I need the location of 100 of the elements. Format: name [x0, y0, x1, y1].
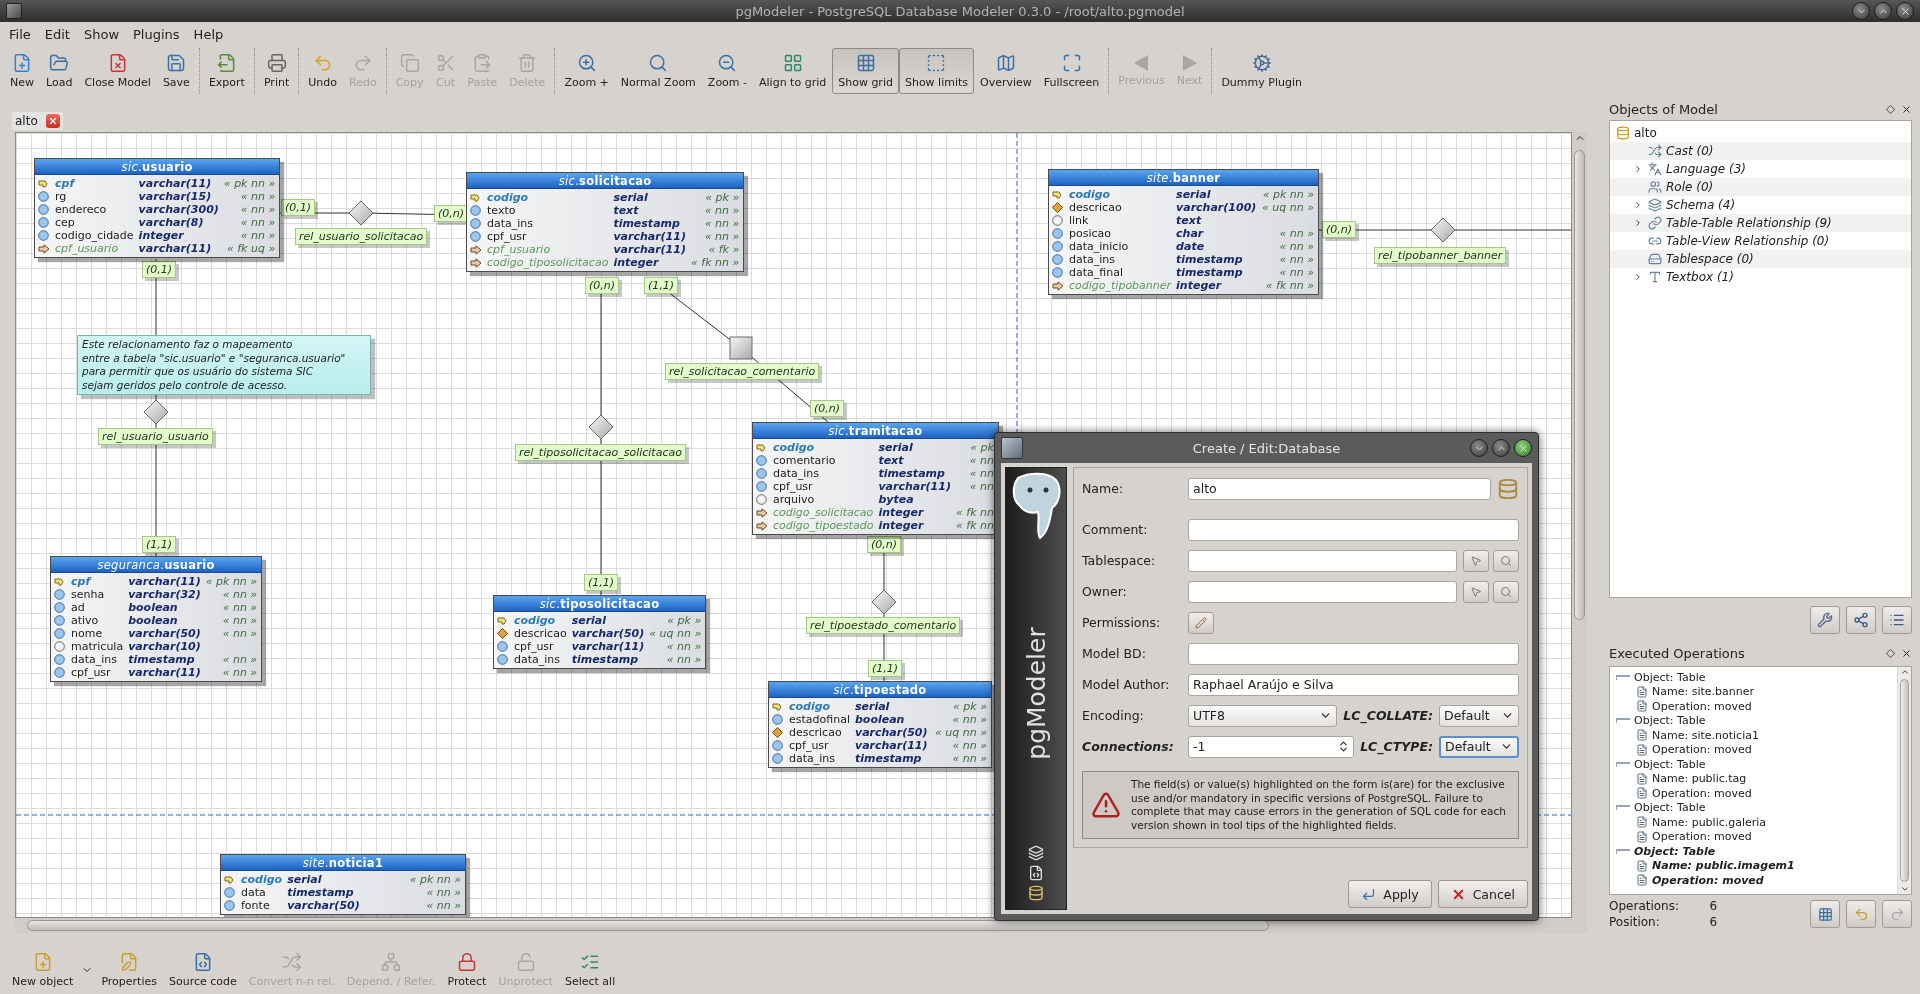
menu-item[interactable]: Help: [186, 24, 231, 44]
input-field[interactable]: [1188, 580, 1457, 603]
caret-icon[interactable]: [1633, 218, 1643, 228]
caret-icon[interactable]: [1633, 272, 1643, 282]
toolbar-button[interactable]: Show limits: [898, 48, 975, 94]
toolbar-button[interactable]: Protect: [441, 947, 493, 993]
toolbar-button[interactable]: Normal Zoom: [614, 48, 702, 94]
scroll-thumb[interactable]: [27, 920, 1270, 931]
toolbar-button[interactable]: Close Model: [78, 48, 157, 94]
toolbar-button[interactable]: Load: [40, 48, 79, 94]
menu-item[interactable]: Plugins: [126, 24, 187, 44]
toolbar-button[interactable]: Source code: [163, 947, 243, 993]
document-tab[interactable]: alto: [12, 112, 63, 130]
entity-table[interactable]: sic.usuario cpf varchar(11) « pk nn » rg varchar(15) « nn » endereco varchar(300) « nn » cep varchar(8) « nn » codigo_cidade integer « nn » cpf_usuario varchar(11) « fk uq »: [34, 158, 281, 258]
menu-item[interactable]: File: [2, 24, 38, 44]
operation-item[interactable]: Object: Table: [1616, 670, 1897, 685]
tool-button[interactable]: [1810, 606, 1840, 634]
vertical-scrollbar[interactable]: [1572, 132, 1587, 918]
scroll-up-icon[interactable]: [1899, 667, 1910, 677]
operation-detail[interactable]: Operation: moved: [1616, 873, 1897, 888]
operation-detail[interactable]: Operation: moved: [1616, 786, 1897, 801]
operation-detail[interactable]: Name: public.imagem1: [1616, 858, 1897, 873]
close-icon[interactable]: [1901, 103, 1912, 115]
tree-item[interactable]: Tablespace (0): [1610, 250, 1911, 268]
menu-item[interactable]: Edit: [37, 24, 77, 44]
circle-icon: [1052, 267, 1063, 278]
toolbar-button[interactable]: Zoom -: [701, 48, 754, 94]
entity-table[interactable]: [50, 556, 263, 682]
input-field[interactable]: alto: [1188, 477, 1491, 500]
maximize-button[interactable]: [1874, 2, 1892, 20]
input-field[interactable]: [1188, 518, 1519, 541]
toolbar-button[interactable]: Print: [257, 48, 296, 94]
input-field[interactable]: [1188, 642, 1519, 665]
toolbar-button[interactable]: Export: [202, 48, 251, 94]
entity-table[interactable]: [1048, 169, 1319, 295]
operation-item[interactable]: Object: Table: [1616, 757, 1897, 772]
close-button[interactable]: [1514, 439, 1532, 457]
number-field[interactable]: -1: [1188, 735, 1355, 758]
vertical-scrollbar[interactable]: [1897, 667, 1911, 894]
edit-button[interactable]: [1188, 611, 1214, 634]
dialog-button[interactable]: Apply: [1348, 880, 1432, 908]
toolbar-button[interactable]: Zoom +: [558, 48, 615, 94]
horizontal-scrollbar[interactable]: [15, 918, 1587, 933]
operation-detail[interactable]: Name: site.banner: [1616, 684, 1897, 699]
minimize-button[interactable]: [1470, 439, 1488, 457]
tool-button[interactable]: [1882, 606, 1912, 634]
input-field[interactable]: Raphael Araújo e Silva: [1188, 673, 1519, 696]
input-field[interactable]: [1188, 549, 1457, 572]
entity-table[interactable]: sic.tipoestado codigo serial « pk » estadofinal boolean « nn » descricao varchar(50) « uq nn » cpf_usr varchar(11) « nn » data_ins timestamp « nn »: [768, 681, 992, 768]
entity-table[interactable]: sic.tiposolicitacao codigo serial « pk » descricao varchar(50) « uq nn » cpf_usr varchar(11) « nn » data_ins timestamp « nn »: [493, 595, 707, 669]
operation-item[interactable]: Object: Table: [1616, 713, 1897, 728]
operation-item[interactable]: Object: Table: [1616, 800, 1897, 815]
tool-button[interactable]: [1846, 900, 1876, 928]
search-button[interactable]: [1493, 580, 1519, 603]
toolbar-button[interactable]: Overview: [974, 48, 1038, 94]
select-button[interactable]: [1463, 549, 1489, 572]
tool-button[interactable]: [1846, 606, 1876, 634]
toolbar-button[interactable]: New object: [6, 947, 80, 993]
minimize-button[interactable]: [1852, 2, 1870, 20]
close-button[interactable]: [1896, 2, 1914, 20]
tree-item[interactable]: Table-Table Relationship (9): [1610, 214, 1911, 232]
column-name: link: [1069, 214, 1090, 227]
select-button[interactable]: [1463, 580, 1489, 603]
toolbar-button[interactable]: Align to grid: [753, 48, 833, 94]
scroll-down-icon[interactable]: [1899, 884, 1910, 894]
menu-item[interactable]: Show: [76, 24, 127, 44]
toolbar-button[interactable]: Save: [156, 48, 196, 94]
entity-table[interactable]: sic.solicitacao codigo serial « pk » texto text « nn » data_ins timestamp « nn » cpf_usr varchar(11) « nn » cpf_usuario varchar(11) « fk » codigo_tiposolicitacao integer « fk nn »: [466, 172, 745, 272]
maximize-button[interactable]: [1492, 439, 1510, 457]
tree-item[interactable]: Cast (0): [1610, 142, 1911, 160]
toolbar-button[interactable]: Undo: [302, 48, 343, 94]
dropdown[interactable]: Default: [1439, 704, 1519, 727]
toolbar-button[interactable]: New: [4, 48, 40, 94]
operation-detail[interactable]: Operation: moved: [1616, 699, 1897, 714]
close-icon[interactable]: [1901, 647, 1912, 659]
operation-item[interactable]: Object: Table: [1616, 844, 1897, 859]
toolbar-button[interactable]: Dummy Plugin: [1215, 48, 1308, 94]
search-button[interactable]: [1493, 549, 1519, 572]
tool-button[interactable]: [1882, 900, 1912, 928]
tree-item[interactable]: Role (0): [1610, 178, 1911, 196]
toolbar-button[interactable]: Select all: [558, 947, 622, 993]
toolbar-button[interactable]: Fullscreen: [1037, 48, 1106, 94]
operation-detail[interactable]: Name: public.tag: [1616, 771, 1897, 786]
entity-table[interactable]: sic.tramitacao codigo serial « pk comentario text « nn data_ins timestamp « nn cpf_usr varchar(11) « nn arquivo bytea codigo_solicitacao integer « fk nn codigo_tipoestado integer « fk nn: [752, 422, 999, 535]
caret-icon[interactable]: [1633, 164, 1643, 174]
scroll-thumb[interactable]: [1900, 679, 1909, 882]
entity-table[interactable]: site.noticia1 codigo serial « pk nn » data timestamp « nn » fonte varchar(50) « nn »: [220, 854, 466, 915]
dropdown[interactable]: UTF8: [1188, 704, 1338, 727]
toolbar-button[interactable]: Properties: [95, 947, 163, 993]
dropdown[interactable]: Default: [1439, 735, 1519, 758]
dialog-button[interactable]: Cancel: [1437, 880, 1528, 908]
operation-detail[interactable]: Name: public.galeria: [1616, 815, 1897, 830]
tool-button[interactable]: [1810, 900, 1840, 928]
toolbar-button[interactable]: Show grid: [832, 48, 899, 94]
close-icon[interactable]: [45, 114, 60, 128]
caret-icon[interactable]: [1633, 200, 1643, 210]
operation-detail[interactable]: Operation: moved: [1616, 742, 1897, 757]
scroll-thumb[interactable]: [1574, 150, 1585, 620]
operation-detail[interactable]: Name: site.noticia1: [1616, 728, 1897, 743]
operation-detail[interactable]: Operation: moved: [1616, 829, 1897, 844]
